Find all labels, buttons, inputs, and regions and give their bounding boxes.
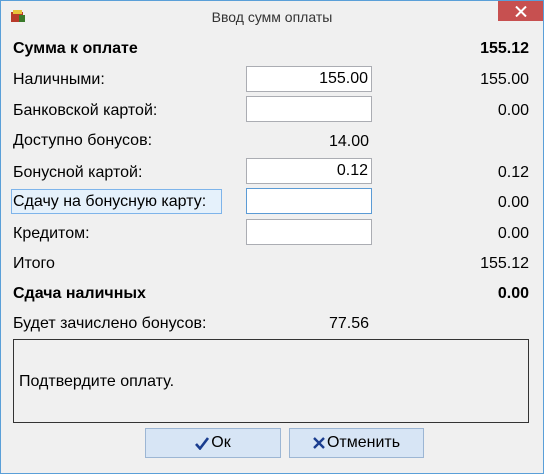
credit-value: 0.00 (497, 225, 529, 242)
window-title: Ввод сумм оплаты (211, 9, 333, 25)
credit-label: Кредитом: (13, 225, 90, 242)
bonus-available-value: 14.00 (328, 133, 369, 150)
change-to-bonus-input[interactable] (246, 188, 372, 214)
ok-button-label: Ок (211, 434, 231, 451)
bonus-card-label: Бонусной картой: (13, 164, 143, 181)
total-label: Сумма к оплате (13, 40, 138, 57)
bank-card-value: 0.00 (497, 102, 529, 119)
close-button[interactable] (498, 1, 543, 21)
change-cash-value: 0.00 (497, 285, 529, 302)
close-icon (514, 5, 527, 17)
cancel-button[interactable]: Отменить (289, 428, 424, 458)
credit-input[interactable] (246, 219, 372, 245)
bonus-card-value: 0.12 (497, 164, 529, 181)
itogo-value: 155.12 (480, 255, 529, 272)
ok-button[interactable]: Ок (145, 428, 281, 458)
cash-input[interactable] (246, 66, 372, 92)
bonus-credited-value: 77.56 (328, 315, 369, 332)
cash-value: 155.00 (480, 71, 529, 88)
bonus-credited-label: Будет зачислено бонусов: (13, 315, 207, 332)
checkmark-icon (195, 436, 210, 450)
change-to-bonus-value: 0.00 (497, 194, 529, 211)
cash-label: Наличными: (13, 71, 105, 88)
bonus-card-input[interactable] (246, 158, 372, 184)
message-text: Подтвердите оплату. (19, 373, 175, 390)
x-icon (313, 437, 325, 449)
itogo-label: Итого (13, 255, 55, 272)
payment-dialog: Ввод сумм оплаты Сумма к оплате 155.12 Н… (0, 0, 544, 474)
bonus-available-label: Доступно бонусов: (13, 132, 153, 149)
bank-card-input[interactable] (246, 96, 372, 122)
total-value: 155.12 (480, 40, 529, 57)
change-cash-label: Сдача наличных (13, 285, 146, 302)
bank-card-label: Банковской картой: (13, 102, 158, 119)
dialog-body: Сумма к оплате 155.12 Наличными: 155.00 … (9, 32, 536, 466)
message-box: Подтвердите оплату. (13, 339, 529, 423)
cancel-button-label: Отменить (326, 434, 401, 451)
change-to-bonus-label: Сдачу на бонусную карту: (13, 193, 207, 210)
title-bar: Ввод сумм оплаты (1, 1, 543, 32)
